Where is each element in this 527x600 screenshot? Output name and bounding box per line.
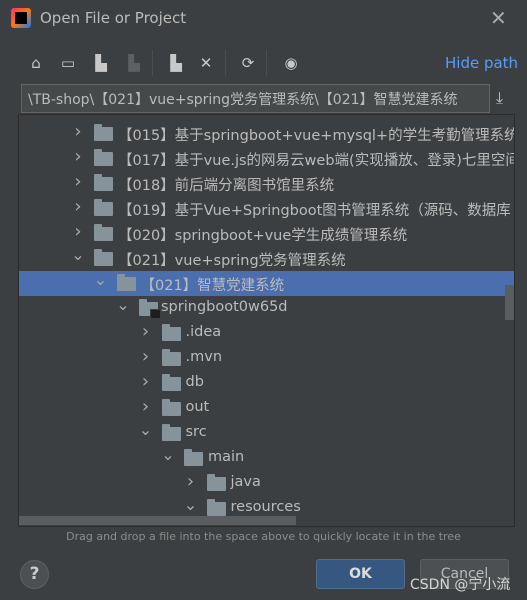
chevron-right-icon[interactable]: › (71, 221, 85, 242)
title-bar: Open File or Project ✕ (0, 0, 527, 38)
folder-icon (161, 374, 181, 391)
chevron-right-icon[interactable]: › (139, 371, 153, 392)
tree-row[interactable]: ⌄ src (19, 420, 506, 446)
tree-row-label: db (185, 374, 204, 390)
tree-row[interactable]: › db (19, 371, 506, 396)
folder-icon (206, 474, 226, 491)
folder-icon (184, 449, 203, 466)
tree-row[interactable]: › 【020】springboot+vue学生成绩管理系统 (19, 221, 506, 246)
chevron-right-icon[interactable]: › (139, 346, 153, 367)
tree-row-label: .mvn (185, 349, 223, 365)
tree-row-label: 【019】基于Vue+Springboot图书管理系统（源码、数据库 (118, 203, 511, 219)
chevron-down-icon[interactable]: ⌄ (161, 445, 175, 464)
folder-icon (94, 224, 113, 241)
tree-row-label: out (185, 399, 210, 415)
chevron-right-icon[interactable]: › (71, 121, 85, 142)
tree-row-label: 【017】基于vue.js的网易云web端(实现播放、登录)七里空间 (118, 153, 515, 169)
tree-row-label: springboot0w65d (161, 299, 288, 315)
chevron-right-icon[interactable]: › (71, 146, 85, 167)
toolbar-separator (152, 50, 153, 76)
chevron-right-icon[interactable]: › (139, 396, 153, 417)
project-folder-icon[interactable]: ▙ (91, 53, 111, 73)
chevron-right-icon[interactable]: › (71, 196, 85, 217)
tree-row-label: 【018】前后端分离图书馆里系统 (118, 178, 335, 194)
toolbar-separator (266, 50, 267, 76)
tree-row[interactable]: › .mvn (19, 346, 506, 371)
folder-icon (161, 324, 181, 341)
chevron-right-icon[interactable]: › (139, 321, 153, 342)
drag-drop-hint: Drag and drop a file into the space abov… (66, 530, 461, 543)
tree-row[interactable]: › 【019】基于Vue+Springboot图书管理系统（源码、数据库 (19, 196, 510, 221)
tree-row-label: resources (230, 499, 301, 515)
tree-row[interactable]: › 【018】前后端分离图书馆里系统 (19, 171, 506, 196)
home-icon[interactable]: ⌂ (26, 53, 46, 73)
delete-icon[interactable]: ✕ (196, 53, 216, 73)
tree-row-label: java (230, 474, 261, 490)
file-tree[interactable]: › 【015】基于springboot+vue+mysql+的学生考勤管理系统 › 【… (18, 114, 515, 527)
tree-row-label: src (185, 424, 207, 440)
module-folder-icon (139, 299, 161, 319)
folder-icon (116, 274, 136, 291)
tree-row[interactable]: › 【015】基于springboot+vue+mysql+的学生考勤管理系统 (19, 121, 514, 146)
tree-row[interactable]: › java (19, 471, 506, 496)
folder-icon (94, 174, 113, 191)
help-button[interactable]: ? (20, 560, 49, 589)
refresh-icon[interactable]: ⟳ (238, 53, 258, 73)
tree-row-label: 【020】springboot+vue学生成绩管理系统 (118, 228, 408, 244)
tree-row-label: 【015】基于springboot+vue+mysql+的学生考勤管理系统 (118, 128, 515, 144)
dialog-title: Open File or Project (40, 9, 187, 27)
new-folder-icon[interactable]: ▙ (166, 53, 186, 73)
chevron-down-icon[interactable]: ⌄ (94, 270, 108, 289)
intellij-logo-icon (11, 8, 31, 28)
tree-row[interactable]: ⌄ springboot0w65d (19, 295, 506, 321)
tree-row-label: 【021】智慧党建系统 (140, 278, 285, 294)
folder-icon (161, 399, 181, 416)
horizontal-scrollbar[interactable] (19, 516, 296, 525)
chevron-down-icon[interactable]: ⌄ (116, 295, 130, 314)
tree-row-label: 【021】vue+spring党务管理系统 (118, 253, 346, 269)
folder-icon (94, 124, 113, 141)
tree-row-label: main (208, 449, 245, 465)
module-folder-icon[interactable]: ▙ (124, 53, 144, 73)
chevron-right-icon[interactable]: › (71, 171, 85, 192)
chevron-down-icon[interactable]: ⌄ (71, 245, 85, 264)
download-icon[interactable]: ⤓ (496, 88, 503, 108)
desktop-icon[interactable]: ▭ (58, 53, 78, 73)
vertical-scrollbar[interactable] (505, 285, 514, 320)
toolbar-separator (225, 50, 226, 76)
tree-row[interactable]: › 【017】基于vue.js的网易云web端(实现播放、登录)七里空间 (19, 146, 514, 171)
show-hidden-icon[interactable]: ◉ (281, 53, 301, 73)
folder-icon (94, 149, 113, 166)
close-icon[interactable]: ✕ (490, 6, 507, 30)
tree-row[interactable]: › .idea (19, 321, 506, 346)
ok-button[interactable]: OK (316, 559, 405, 589)
chevron-down-icon[interactable]: ⌄ (184, 495, 198, 514)
folder-icon (206, 499, 226, 516)
path-input[interactable]: \TB-shop\【021】vue+spring党务管理系统\【021】智慧党建… (21, 84, 490, 113)
folder-icon (94, 199, 113, 216)
tree-row-label: .idea (185, 324, 222, 340)
chevron-down-icon[interactable]: ⌄ (139, 420, 153, 439)
hide-path-link[interactable]: Hide path (445, 54, 518, 72)
watermark: CSDN @宁小流 (410, 577, 511, 593)
folder-icon (161, 424, 181, 441)
tree-row[interactable]: › out (19, 396, 506, 421)
tree-row[interactable]: ⌄ 【021】vue+spring党务管理系统 (19, 245, 506, 271)
folder-icon (94, 249, 113, 266)
tree-row[interactable]: ⌄ 【021】智慧党建系统 (19, 270, 514, 296)
folder-icon (161, 349, 181, 366)
chevron-right-icon[interactable]: › (184, 471, 198, 492)
tree-row[interactable]: ⌄ main (19, 445, 506, 471)
